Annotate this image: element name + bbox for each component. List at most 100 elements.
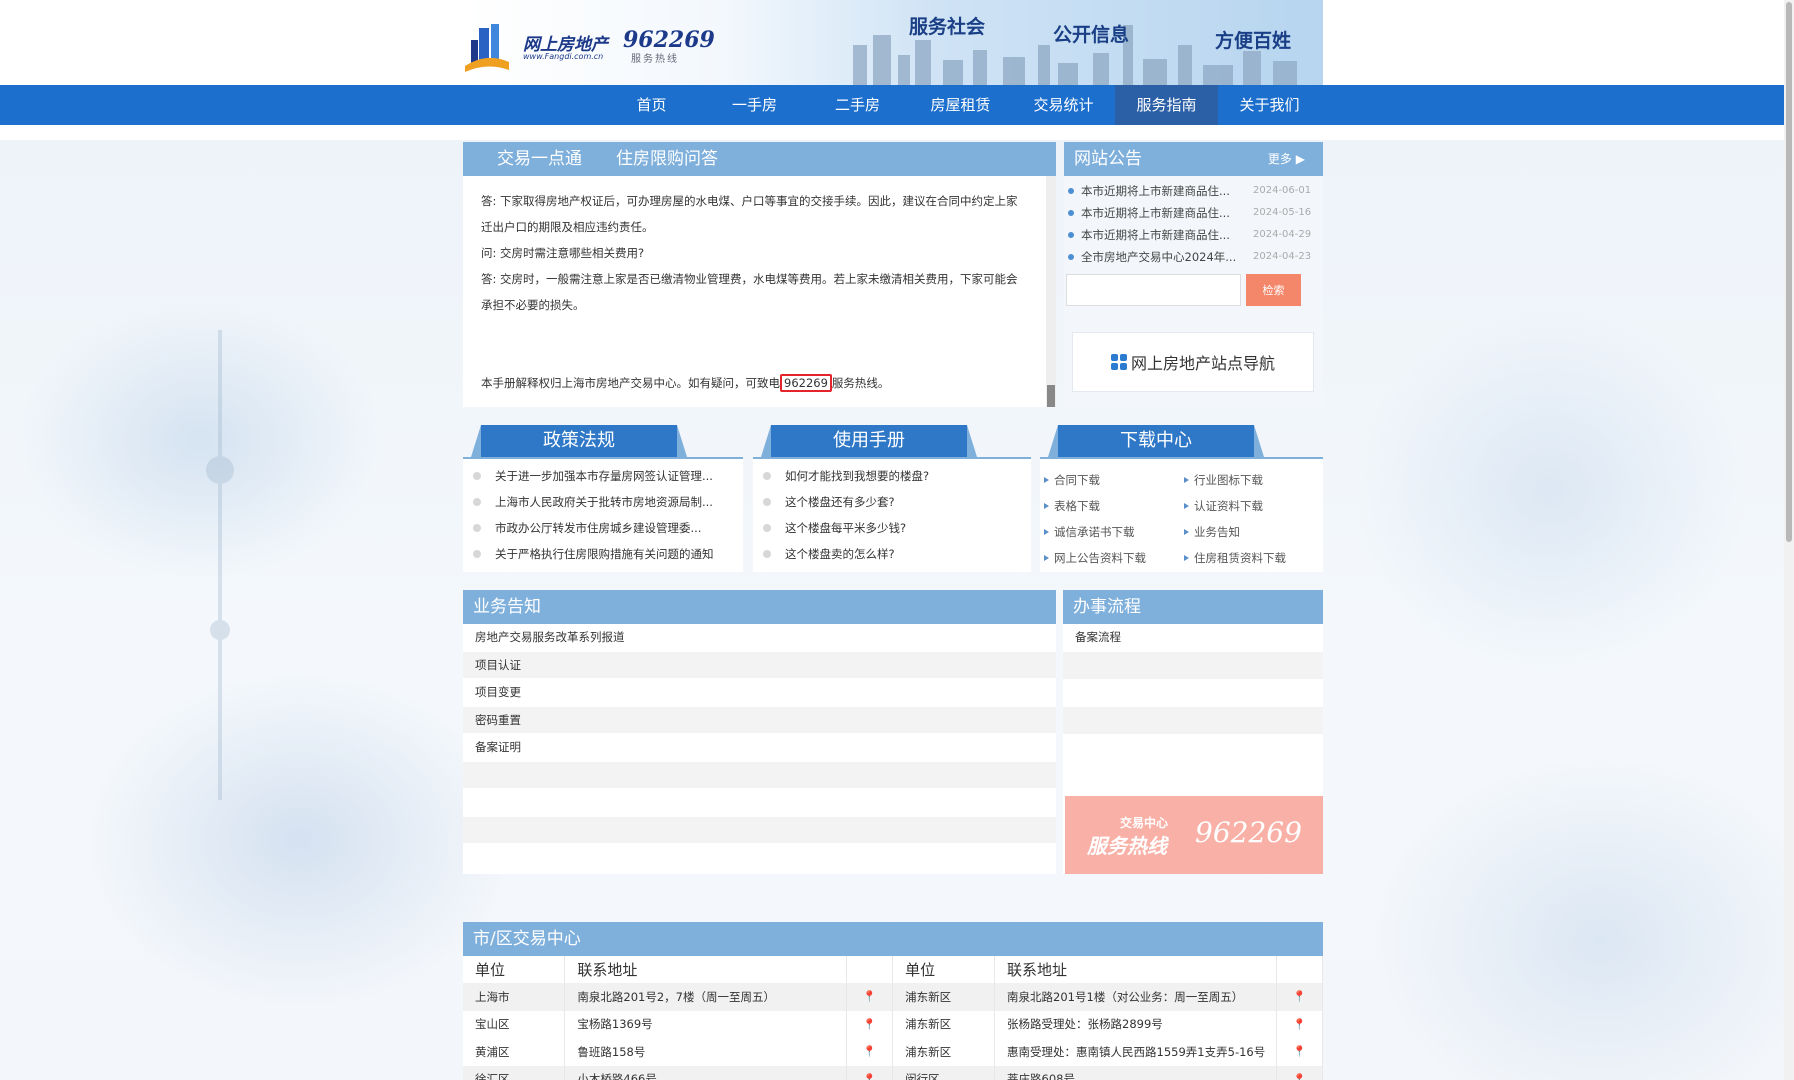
download-item[interactable]: 网上公告资料下载: [1040, 545, 1180, 571]
notice-item[interactable]: 全市房地产交易中心2024年... 2024-04-23: [1066, 246, 1323, 268]
manual-item[interactable]: 这个楼盘卖的怎么样?: [753, 541, 1031, 567]
notice-item-date: 2024-05-16: [1253, 207, 1312, 218]
faq-scrollbar[interactable]: [1046, 176, 1056, 407]
download-item[interactable]: 业务告知: [1180, 519, 1300, 545]
nav-about[interactable]: 关于我们: [1218, 85, 1321, 125]
manual-item[interactable]: 这个楼盘每平米多少钱?: [753, 515, 1031, 541]
slogan-1: 服务社会: [909, 16, 986, 38]
business-item[interactable]: 备案证明: [463, 734, 1056, 762]
building-logo-icon[interactable]: [463, 22, 511, 72]
district-table: 单位 联系地址 单位 联系地址 上海市 南泉北路201号2，7楼（周一至周五） …: [463, 956, 1323, 1080]
search-input[interactable]: [1066, 274, 1241, 306]
business-item[interactable]: 密码重置: [463, 706, 1056, 734]
download-item[interactable]: 认证资料下载: [1180, 493, 1300, 519]
download-item[interactable]: 合同下载: [1040, 467, 1180, 493]
col-header-unit: 单位: [892, 956, 996, 983]
faq-hotline-highlight: 962269: [780, 374, 832, 392]
faq-paragraph: 问: 交房时需注意哪些相关费用?: [481, 246, 645, 260]
table-row: 徐汇区 小木桥路466号 📍 闵行区 莘庄路608号 📍: [463, 1065, 1323, 1080]
banner-number: 962269: [1195, 816, 1302, 849]
more-label: 更多: [1267, 152, 1292, 166]
business-item-empty: [463, 789, 1056, 817]
notice-item[interactable]: 本市近期将上市新建商品住... 2024-06-01: [1066, 180, 1323, 202]
address-cell: 惠南受理处：惠南镇人民西路1559弄1支弄5-16号: [994, 1038, 1278, 1066]
notice-header: 网站公告 更多 ▶: [1064, 142, 1323, 176]
nav-second-hand[interactable]: 二手房: [806, 85, 909, 125]
site-nav-button[interactable]: 网上房地产站点导航: [1072, 332, 1314, 392]
hotline-banner[interactable]: 交易中心 服务热线 962269: [1065, 796, 1323, 874]
business-panel: 业务告知 房地产交易服务改革系列报道 项目认证 项目变更 密码重置 备案证明: [463, 590, 1056, 874]
tab-trade-guide[interactable]: 交易一点通: [497, 142, 582, 176]
business-item[interactable]: 项目认证: [463, 651, 1056, 679]
policy-item[interactable]: 关于进一步加强本市存量房网签认证管理...: [463, 463, 743, 489]
map-pin-icon[interactable]: 📍: [1276, 1065, 1323, 1080]
map-pin-icon[interactable]: 📍: [846, 1010, 894, 1038]
search-button[interactable]: 检索: [1246, 274, 1301, 306]
notice-item-title: 全市房地产交易中心2024年...: [1081, 250, 1237, 264]
nav-service-guide[interactable]: 服务指南: [1115, 85, 1218, 125]
policy-item[interactable]: 上海市人民政府关于批转市房地资源局制...: [463, 489, 743, 515]
site-nav-label: 网上房地产站点导航: [1130, 354, 1275, 373]
unit-cell: 浦东新区: [892, 1038, 996, 1066]
policy-item[interactable]: 市政办公厅转发市住房城乡建设管理委...: [463, 515, 743, 541]
business-item[interactable]: 项目变更: [463, 679, 1056, 707]
business-item-empty: [463, 816, 1056, 844]
unit-cell: 闵行区: [892, 1065, 996, 1080]
map-pin-icon[interactable]: 📍: [846, 1038, 894, 1066]
faq-scrollbar-thumb[interactable]: [1047, 385, 1055, 407]
col-header-map: [846, 956, 894, 983]
manual-item[interactable]: 如何才能找到我想要的楼盘?: [753, 463, 1031, 489]
map-pin-icon[interactable]: 📍: [846, 1065, 894, 1080]
col-header-address: 联系地址: [994, 956, 1278, 983]
manual-title[interactable]: 使用手册: [761, 425, 977, 457]
policy-header: 政策法规: [463, 425, 743, 459]
notice-item-title: 本市近期将上市新建商品住...: [1081, 206, 1230, 220]
site-header: 网上房地产 www.Fangdi.com.cn 962269 服务热线 服务社会…: [463, 0, 1323, 85]
address-cell: 南泉北路201号2，7楼（周一至周五）: [564, 983, 848, 1011]
bullet-dot-icon: [1068, 232, 1074, 238]
notice-title: 网站公告: [1074, 149, 1142, 169]
district-center-panel: 市/区交易中心 单位 联系地址 单位 联系地址 上海市 南泉北路201号2，7楼…: [463, 922, 1323, 1080]
policy-item[interactable]: 关于严格执行住房限购措施有关问题的通知: [463, 541, 743, 567]
faq-paragraph: 答: 下家取得房地产权证后，可办理房屋的水电煤、户口等事宜的交接手续。因此，建议…: [481, 194, 1018, 234]
unit-cell: 黄浦区: [463, 1038, 566, 1066]
address-cell: 南泉北路201号1楼（对公业务：周一至周五）: [994, 983, 1278, 1011]
business-title: 业务告知: [463, 590, 1056, 624]
nav-new-house[interactable]: 一手房: [703, 85, 806, 125]
map-pin-icon[interactable]: 📍: [1276, 983, 1323, 1011]
col-header-map: [1276, 956, 1323, 983]
unit-cell: 浦东新区: [892, 983, 996, 1011]
map-pin-icon[interactable]: 📍: [1276, 1038, 1323, 1066]
nav-home[interactable]: 首页: [600, 85, 703, 125]
download-item[interactable]: 行业图标下载: [1180, 467, 1300, 493]
notice-item[interactable]: 本市近期将上市新建商品住... 2024-05-16: [1066, 202, 1323, 224]
banner-big-text: 服务热线: [1087, 834, 1167, 858]
process-item-empty: [1063, 706, 1323, 734]
faq-paragraph: 答: 交房时，一般需注意上家是否已缴清物业管理费，水电煤等费用。若上家未缴清相关…: [481, 272, 1018, 312]
download-item[interactable]: 表格下载: [1040, 493, 1180, 519]
process-item[interactable]: 备案流程: [1063, 624, 1323, 652]
address-cell: 宝杨路1369号: [564, 1010, 848, 1038]
notice-item-date: 2024-04-29: [1253, 229, 1312, 240]
map-pin-icon[interactable]: 📍: [846, 983, 894, 1011]
notice-item[interactable]: 本市近期将上市新建商品住... 2024-04-29: [1066, 224, 1323, 246]
download-panel: 下载中心 合同下载 行业图标下载 表格下载 认证资料下载 诚信承诺书下载 业务告…: [1040, 425, 1323, 572]
business-item[interactable]: 房地产交易服务改革系列报道: [463, 624, 1056, 652]
notice-more-link[interactable]: 更多 ▶: [1268, 142, 1305, 176]
header-hotline-label: 服务热线: [631, 54, 679, 65]
scrollbar-thumb[interactable]: [1786, 2, 1792, 542]
download-title[interactable]: 下载中心: [1048, 425, 1264, 457]
download-item[interactable]: 诚信承诺书下载: [1040, 519, 1180, 545]
bullet-dot-icon: [1068, 210, 1074, 216]
address-cell: 张杨路受理处：张杨路2899号: [994, 1010, 1278, 1038]
col-header-unit: 单位: [463, 956, 566, 983]
map-pin-icon[interactable]: 📍: [1276, 1010, 1323, 1038]
tab-purchase-limit[interactable]: 住房限购问答: [616, 142, 718, 176]
bullet-dot-icon: [1068, 188, 1074, 194]
policy-title[interactable]: 政策法规: [471, 425, 687, 457]
page-scrollbar[interactable]: [1784, 0, 1794, 1080]
nav-rental[interactable]: 房屋租赁: [909, 85, 1012, 125]
download-item[interactable]: 住房租赁资料下载: [1180, 545, 1300, 571]
manual-item[interactable]: 这个楼盘还有多少套?: [753, 489, 1031, 515]
nav-statistics[interactable]: 交易统计: [1012, 85, 1115, 125]
